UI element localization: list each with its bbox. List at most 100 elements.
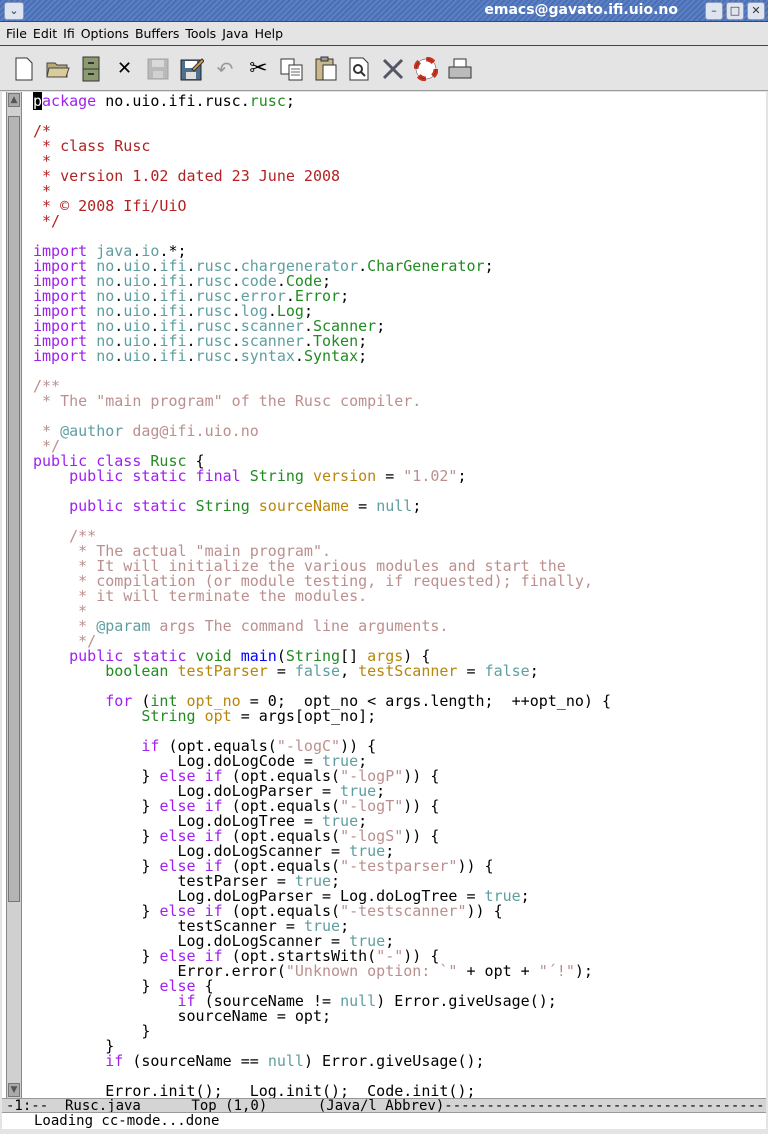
scroll-down-arrow-icon[interactable]: ▼	[8, 1083, 20, 1097]
code-text: (sourceName ==	[123, 1052, 268, 1070]
string: "-testscanner"	[340, 902, 467, 920]
vertical-scrollbar[interactable]: ▲ ▼	[6, 92, 22, 1098]
constant: ifi	[159, 347, 187, 365]
code-line: * it will terminate the modules.	[33, 589, 611, 604]
code-line: String opt = args[opt_no];	[33, 709, 611, 724]
open-folder-icon	[45, 62, 70, 77]
type: String	[249, 467, 304, 485]
doc-comment: * The "main program" of the Rusc compile…	[33, 392, 422, 410]
code-text: ;	[376, 317, 386, 335]
save-icon	[147, 58, 169, 79]
code-text: ;	[484, 257, 494, 275]
code-text: =	[349, 497, 377, 515]
constant: null	[340, 992, 377, 1010]
code-line: * class Rusc	[33, 139, 611, 154]
maximize-button[interactable]: □	[726, 2, 744, 20]
close-icon: ✕	[751, 4, 761, 17]
doc-comment: args The command line arguments.	[150, 617, 449, 635]
code-text: = args[opt_no];	[231, 707, 377, 725]
close-button[interactable]: ✕	[747, 2, 765, 20]
code-text: )) {	[457, 857, 494, 875]
code-text: .	[294, 347, 304, 365]
keyword: if	[105, 1052, 124, 1070]
scrollbar-thumb[interactable]	[8, 116, 20, 902]
menu-java[interactable]: Java	[222, 26, 248, 41]
save-as-button[interactable]	[180, 56, 204, 82]
print-icon	[448, 58, 471, 78]
minimize-button[interactable]: –	[705, 2, 723, 20]
type: CharGenerator	[367, 257, 485, 275]
customize-button[interactable]	[381, 56, 405, 82]
doc-comment: * it will terminate the modules.	[69, 587, 368, 605]
dired-button[interactable]	[79, 56, 103, 82]
menu-edit[interactable]: Edit	[33, 26, 57, 41]
keyword: public static	[69, 497, 187, 515]
keyword: public static final	[69, 467, 241, 485]
variable-name: sourceName	[258, 497, 350, 515]
constant: rusc	[195, 347, 232, 365]
undo-button[interactable]: ↶	[213, 56, 237, 82]
mode-line: -1:-- Rusc.java Top (1,0) (Java/l Abbrev…	[2, 1098, 766, 1113]
menu-tools[interactable]: Tools	[185, 26, 216, 41]
code-text: )) {	[403, 827, 440, 845]
code-line: * version 1.02 dated 23 June 2008	[33, 169, 611, 184]
search-icon	[349, 57, 369, 80]
save-button[interactable]	[146, 56, 170, 82]
undo-icon: ↶	[216, 56, 234, 81]
type: Syntax	[303, 347, 359, 365]
comment: */	[33, 212, 61, 230]
code-text: ;	[457, 467, 467, 485]
kill-buffer-button[interactable]: ✕	[113, 56, 137, 82]
constant: null	[376, 497, 413, 515]
paste-icon	[315, 56, 336, 80]
string: "Unknown option: `"	[285, 962, 458, 980]
constant: no	[96, 347, 115, 365]
search-button[interactable]	[347, 56, 371, 82]
code-text: ;	[358, 347, 368, 365]
code-text: .	[358, 257, 368, 275]
code-text: ) Error.giveUsage();	[303, 1052, 485, 1070]
keyword: import	[33, 347, 88, 365]
open-file-button[interactable]	[45, 56, 70, 82]
dired-cabinet-icon	[82, 56, 100, 81]
minibuffer-echo-area[interactable]: Loading cc-mode...done	[2, 1113, 766, 1129]
code-text: )) {	[466, 902, 503, 920]
code-text: );	[574, 962, 593, 980]
title-bar[interactable]: ⌄ emacs@gavato.ifi.uio.no – □ ✕	[0, 0, 768, 22]
code-line: */	[33, 214, 611, 229]
code-line: public static final String version = "1.…	[33, 469, 611, 484]
close-buffer-icon: ✕	[116, 58, 133, 79]
menu-ifi[interactable]: Ifi	[63, 26, 75, 41]
new-file-icon	[15, 57, 33, 80]
print-button[interactable]	[448, 56, 472, 82]
menu-options[interactable]: Options	[81, 26, 129, 41]
string: "1.02"	[403, 467, 458, 485]
code-line: * The "main program" of the Rusc compile…	[33, 394, 611, 409]
save-as-icon	[180, 57, 204, 80]
code-text: ) Error.giveUsage();	[376, 992, 557, 1010]
code-text: + opt +	[457, 962, 539, 980]
copy-button[interactable]	[280, 56, 304, 82]
code-text: .	[231, 347, 241, 365]
menu-file[interactable]: File	[6, 26, 27, 41]
help-lifebuoy-icon	[414, 56, 438, 81]
code-text: ,	[340, 662, 359, 680]
code-text: )) {	[403, 797, 440, 815]
menu-buffers[interactable]: Buffers	[135, 26, 179, 41]
cut-button[interactable]: ✂	[247, 56, 271, 82]
new-file-button[interactable]	[12, 56, 36, 82]
paste-button[interactable]	[314, 56, 338, 82]
code-text[interactable]: package no.uio.ifi.rusc.rusc;/* * class …	[33, 92, 611, 1099]
scroll-up-arrow-icon[interactable]: ▲	[8, 93, 20, 107]
help-button[interactable]	[414, 56, 438, 82]
menu-help[interactable]: Help	[255, 26, 284, 41]
